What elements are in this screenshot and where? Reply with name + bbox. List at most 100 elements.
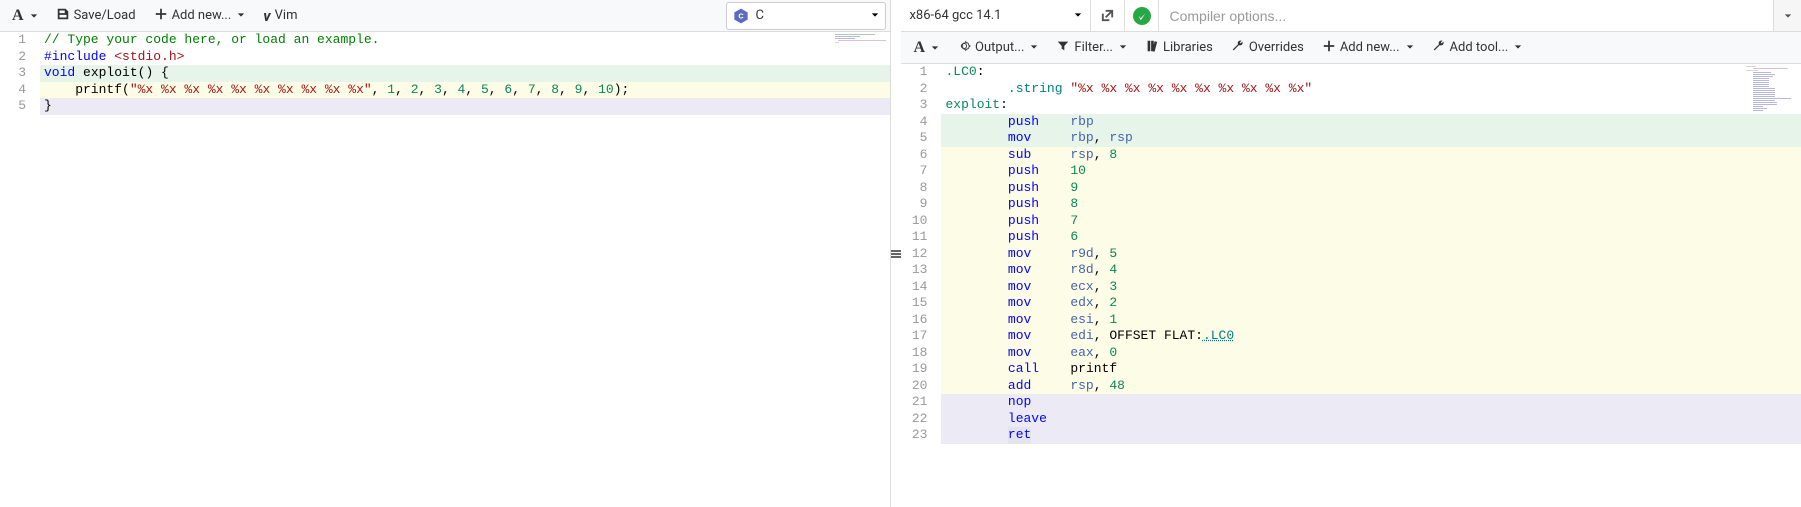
code-token: 0 — [1109, 345, 1117, 360]
pane-splitter[interactable] — [891, 0, 901, 507]
code-line[interactable]: mov esi, 1 — [941, 312, 1801, 329]
wrench-icon — [1231, 39, 1245, 57]
code-token: 2 — [411, 82, 419, 97]
code-token — [945, 130, 1007, 145]
line-number: 4 — [0, 82, 40, 99]
grip-icon — [891, 253, 901, 255]
line-number: 4 — [901, 114, 941, 131]
code-token — [1039, 196, 1070, 211]
code-line[interactable]: mov r9d, 5 — [941, 246, 1801, 263]
code-line[interactable]: leave — [941, 411, 1801, 428]
save-load-button[interactable]: Save/Load — [48, 3, 144, 29]
code-line[interactable]: mov r8d, 4 — [941, 262, 1801, 279]
source-editor[interactable]: 12345 // Type your code here, or load an… — [0, 32, 890, 507]
code-line[interactable]: push 7 — [941, 213, 1801, 230]
code-line[interactable]: #include <stdio.h> — [40, 49, 890, 66]
code-line[interactable]: ret — [941, 427, 1801, 444]
compiler-options-menu[interactable] — [1773, 0, 1801, 31]
filter-button[interactable]: Filter... — [1048, 35, 1135, 61]
line-number: 6 — [901, 147, 941, 164]
line-number: 7 — [901, 163, 941, 180]
chevron-down-icon — [1119, 40, 1127, 55]
compiler-select[interactable]: x86-64 gcc 14.1 — [901, 0, 1091, 31]
code-token — [945, 246, 1007, 261]
code-token: } — [44, 98, 52, 113]
add-tool-button[interactable]: Add tool... — [1424, 35, 1531, 61]
font-size-button[interactable]: A — [905, 35, 947, 61]
code-token — [945, 394, 1007, 409]
code-token: <stdio.h> — [114, 49, 184, 64]
output-button[interactable]: Output... — [949, 35, 1046, 61]
code-token — [1031, 246, 1070, 261]
code-line[interactable]: push 8 — [941, 196, 1801, 213]
code-line[interactable]: mov edi, OFFSET FLAT:.LC0 — [941, 328, 1801, 345]
code-token: exploit — [945, 97, 1000, 112]
add-new-button[interactable]: Add new... — [1314, 35, 1422, 61]
code-line[interactable]: .string "%x %x %x %x %x %x %x %x %x %x" — [941, 81, 1801, 98]
code-token — [1039, 229, 1070, 244]
filter-icon — [1056, 39, 1070, 57]
code-line[interactable]: push 9 — [941, 180, 1801, 197]
code-token: .string — [1008, 81, 1063, 96]
code-token: , — [512, 82, 528, 97]
code-token: mov — [1008, 246, 1031, 261]
chevron-down-icon — [871, 8, 879, 23]
code-line[interactable]: mov eax, 0 — [941, 345, 1801, 362]
code-line[interactable]: void exploit() { — [40, 65, 890, 82]
code-line[interactable]: } — [40, 98, 890, 115]
code-token: 1 — [387, 82, 395, 97]
code-token — [945, 196, 1007, 211]
asm-code-area[interactable]: .LC0: .string "%x %x %x %x %x %x %x %x %… — [941, 64, 1801, 507]
code-token: ret — [1008, 427, 1031, 444]
code-token — [945, 295, 1007, 310]
code-token: 5 — [1109, 246, 1117, 261]
code-token: "%x %x %x %x %x %x %x %x %x %x" — [130, 82, 372, 97]
code-line[interactable]: call printf — [941, 361, 1801, 378]
code-token: rsp — [1070, 378, 1093, 393]
code-token: push — [1008, 180, 1039, 195]
code-line[interactable]: mov edx, 2 — [941, 295, 1801, 312]
overrides-button[interactable]: Overrides — [1223, 35, 1312, 61]
code-line[interactable]: exploit: — [941, 97, 1801, 114]
compiler-options-input[interactable] — [1159, 0, 1773, 31]
asm-editor[interactable]: 1234567891011121314151617181920212223 .L… — [901, 64, 1801, 507]
code-token: : — [977, 64, 985, 79]
code-token: 4 — [1109, 262, 1117, 277]
code-token: printf — [1070, 361, 1117, 376]
code-token — [1031, 279, 1070, 294]
code-line[interactable]: mov ecx, 3 — [941, 279, 1801, 296]
code-line[interactable]: nop — [941, 394, 1801, 411]
code-line[interactable]: push 6 — [941, 229, 1801, 246]
source-code-area[interactable]: // Type your code here, or load an examp… — [40, 32, 890, 507]
code-token: 10 — [1070, 163, 1086, 178]
libraries-button[interactable]: Libraries — [1137, 35, 1221, 61]
code-token — [1031, 147, 1070, 162]
code-token: mov — [1008, 295, 1031, 310]
line-number: 18 — [901, 345, 941, 362]
code-token: r9d — [1070, 246, 1093, 261]
add-new-button[interactable]: Add new... — [146, 3, 254, 29]
vim-button[interactable]: v Vim — [255, 3, 305, 29]
book-icon — [1145, 39, 1159, 57]
code-token — [945, 328, 1007, 343]
code-token: 8 — [1109, 147, 1117, 162]
language-select[interactable]: C C — [726, 2, 886, 30]
code-line[interactable]: push 10 — [941, 163, 1801, 180]
code-token — [945, 427, 1007, 442]
code-token: call — [1008, 361, 1039, 376]
code-line[interactable]: mov rbp, rsp — [941, 130, 1801, 147]
code-line[interactable]: // Type your code here, or load an examp… — [40, 32, 890, 49]
code-token — [1039, 180, 1070, 195]
code-line[interactable]: push rbp — [941, 114, 1801, 131]
code-token — [1031, 378, 1070, 393]
code-token: nop — [1008, 394, 1031, 409]
code-line[interactable]: printf("%x %x %x %x %x %x %x %x %x %x", … — [40, 82, 890, 99]
code-line[interactable]: .LC0: — [941, 64, 1801, 81]
popout-button[interactable] — [1091, 0, 1125, 31]
font-size-button[interactable]: A — [4, 3, 46, 29]
code-line[interactable]: sub rsp, 8 — [941, 147, 1801, 164]
code-line[interactable]: add rsp, 48 — [941, 378, 1801, 395]
code-token: , — [1094, 262, 1110, 277]
chevron-down-icon — [237, 8, 245, 23]
code-token — [945, 180, 1007, 195]
